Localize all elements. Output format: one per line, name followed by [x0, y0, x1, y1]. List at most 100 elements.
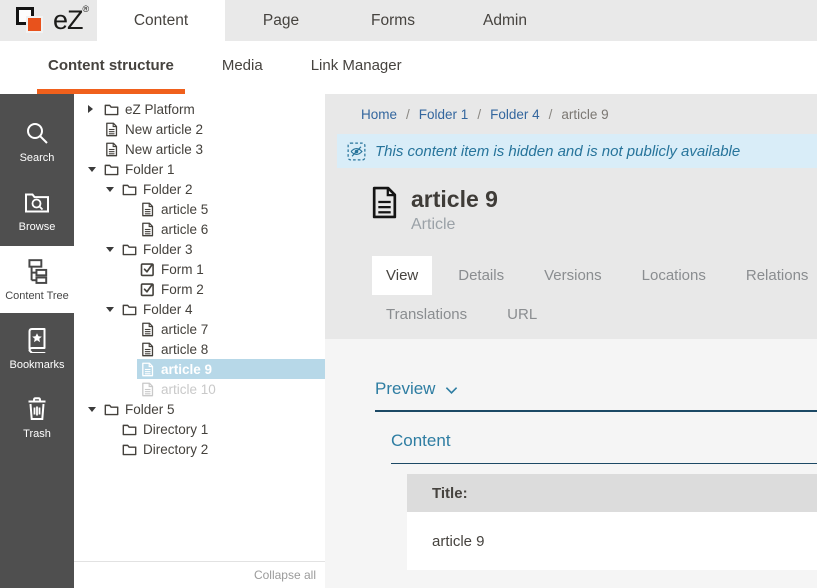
document-icon: [371, 186, 398, 219]
field-value: article 9: [407, 512, 817, 570]
hidden-content-notice-text: This content item is hidden and is not p…: [375, 143, 740, 160]
ez-logo[interactable]: eZ ®: [0, 0, 97, 41]
breadcrumb-link-home[interactable]: Home: [361, 107, 397, 122]
folder-icon: [122, 302, 137, 317]
ez-logo-text: eZ: [53, 5, 83, 36]
tab-content[interactable]: Content: [97, 0, 225, 41]
tab-forms[interactable]: Forms: [337, 0, 449, 41]
chevron-down-icon: [445, 386, 458, 395]
folder-icon: [122, 422, 137, 437]
tree-item[interactable]: Folder 2: [74, 179, 325, 199]
caret-down-icon[interactable]: [106, 247, 119, 252]
tree-item-label: article 5: [161, 202, 208, 217]
sidebar-item-browse[interactable]: Browse: [0, 177, 74, 244]
content-tree-icon: [24, 258, 50, 284]
tree-item-label: Directory 2: [143, 442, 208, 457]
tab-details[interactable]: Details: [444, 256, 518, 295]
article-icon: [104, 142, 119, 157]
tab-versions[interactable]: Versions: [530, 256, 616, 295]
caret-down-icon[interactable]: [106, 187, 119, 192]
main-nav: Content Page Forms Admin: [97, 0, 561, 41]
tree-item-label: Folder 1: [125, 162, 175, 177]
tree-item[interactable]: New article 2: [74, 119, 325, 139]
tree-item[interactable]: article 6: [74, 219, 325, 239]
folder-icon: [122, 442, 137, 457]
tree-item[interactable]: article 5: [74, 199, 325, 219]
preview-section-toggle[interactable]: Preview: [375, 379, 817, 399]
caret-down-icon[interactable]: [106, 307, 119, 312]
tree-item-label: Form 1: [161, 262, 204, 277]
content-type-label: Article: [411, 216, 498, 234]
tree-item[interactable]: Directory 1: [74, 419, 325, 439]
title-block: article 9 Article: [371, 186, 817, 234]
tree-item-label: Folder 5: [125, 402, 175, 417]
article-icon: [140, 362, 155, 377]
tree-item[interactable]: article 7: [74, 319, 325, 339]
secondary-nav: Content structure Media Link Manager: [0, 41, 817, 94]
tree-item-label: article 7: [161, 322, 208, 337]
tree-item[interactable]: eZ Platform: [74, 99, 325, 119]
tab-url[interactable]: URL: [493, 295, 551, 334]
breadcrumb-link-folder-4[interactable]: Folder 4: [490, 107, 540, 122]
folder-icon: [122, 242, 137, 257]
tree-item-label: Folder 2: [143, 182, 193, 197]
tab-translations[interactable]: Translations: [372, 295, 481, 334]
tree-item[interactable]: Folder 5: [74, 399, 325, 419]
tab-page[interactable]: Page: [225, 0, 337, 41]
breadcrumb-link-folder-1[interactable]: Folder 1: [419, 107, 469, 122]
tree-item-label: Folder 3: [143, 242, 193, 257]
folder-icon: [104, 162, 119, 177]
sidebar-item-label: Content Tree: [5, 290, 69, 302]
article-icon: [140, 222, 155, 237]
tab-relations[interactable]: Relations: [732, 256, 817, 295]
tab-locations[interactable]: Locations: [628, 256, 720, 295]
folder-icon: [104, 102, 119, 117]
sidebar-item-search[interactable]: Search: [0, 108, 74, 175]
content-tabs: View Details Versions Locations Relation…: [372, 256, 817, 339]
subnav-content-structure[interactable]: Content structure: [37, 41, 185, 94]
sidebar-item-bookmarks[interactable]: Bookmarks: [0, 315, 74, 382]
subnav-media[interactable]: Media: [211, 41, 274, 94]
tree-item[interactable]: Directory 2: [74, 439, 325, 459]
caret-down-icon[interactable]: [88, 167, 101, 172]
folder-icon: [104, 402, 119, 417]
tab-view[interactable]: View: [372, 256, 432, 295]
hidden-eye-icon: [347, 142, 366, 161]
tree-item[interactable]: Folder 4: [74, 299, 325, 319]
form-icon: [140, 282, 155, 297]
tree-item[interactable]: Form 2: [74, 279, 325, 299]
preview-section-label: Preview: [375, 379, 435, 399]
sidebar-item-label: Trash: [23, 428, 51, 440]
page-title: article 9: [411, 186, 498, 212]
sidebar-item-label: Search: [20, 152, 55, 164]
subnav-link-manager[interactable]: Link Manager: [300, 41, 413, 94]
breadcrumb-current: article 9: [561, 107, 608, 122]
caret-right-icon[interactable]: [88, 105, 101, 113]
sidebar-item-trash[interactable]: Trash: [0, 384, 74, 451]
tree-item-label: article 6: [161, 222, 208, 237]
tree-item[interactable]: article 8: [74, 339, 325, 359]
tree-item[interactable]: Folder 3: [74, 239, 325, 259]
preview-divider: [375, 410, 817, 412]
tab-admin[interactable]: Admin: [449, 0, 561, 41]
content-section-label: Content: [391, 431, 817, 451]
tree-item-selected[interactable]: article 9: [74, 359, 325, 379]
folder-icon: [122, 182, 137, 197]
tree-item-hidden[interactable]: article 10: [74, 379, 325, 399]
tree-item[interactable]: Folder 1: [74, 159, 325, 179]
caret-down-icon[interactable]: [88, 407, 101, 412]
breadcrumb-separator: /: [477, 107, 481, 122]
top-bar: eZ ® Content Page Forms Admin: [0, 0, 817, 41]
registered-mark: ®: [83, 4, 90, 14]
sidebar-item-content-tree[interactable]: Content Tree: [0, 246, 74, 313]
tree-item[interactable]: Form 1: [74, 259, 325, 279]
tree-item[interactable]: New article 3: [74, 139, 325, 159]
collapse-all-button[interactable]: Collapse all: [254, 568, 316, 582]
tree-item-label: eZ Platform: [125, 102, 195, 117]
breadcrumb-separator: /: [549, 107, 553, 122]
tree-footer: Collapse all: [74, 561, 325, 588]
tree-item-label: New article 3: [125, 142, 203, 157]
tree-item-label: article 10: [161, 382, 216, 397]
article-icon: [140, 382, 155, 397]
content-tree-panel: eZ Platform New article 2 New article 3 …: [74, 94, 325, 588]
